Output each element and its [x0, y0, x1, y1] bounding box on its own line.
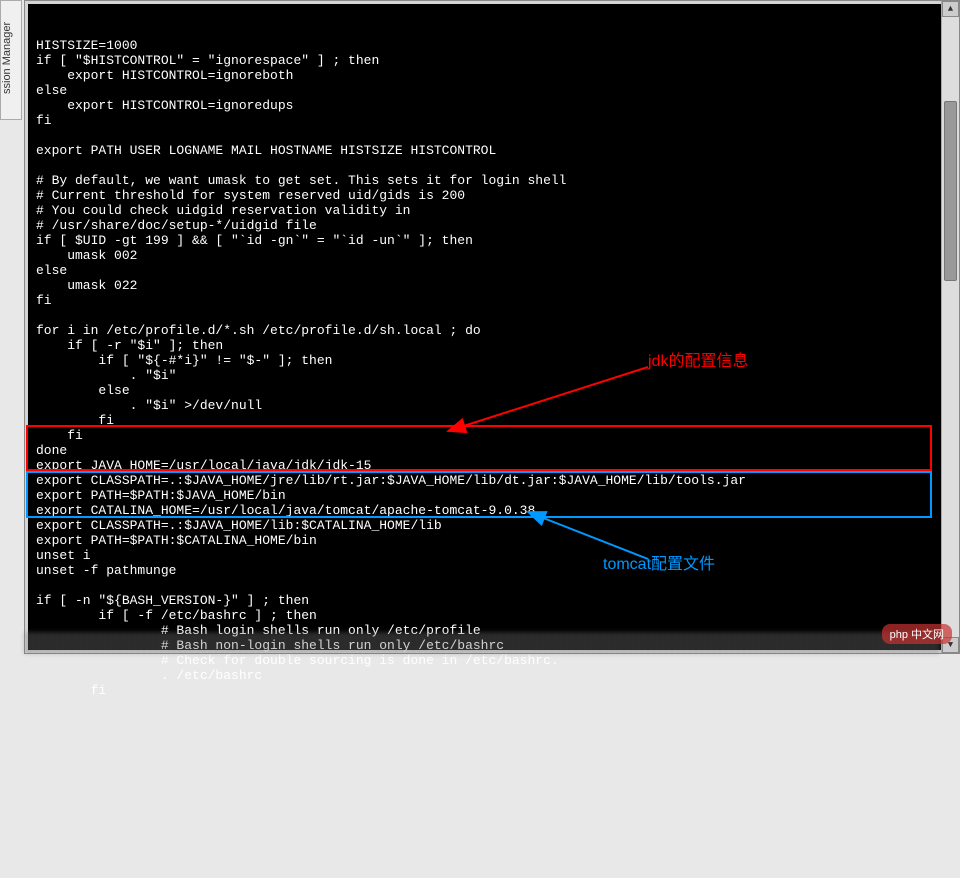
- term-line: fi: [36, 428, 83, 443]
- term-line: # By default, we want umask to get set. …: [36, 173, 567, 188]
- term-line: . "$i": [36, 368, 176, 383]
- term-line: fi: [36, 413, 114, 428]
- term-line: if [ -n "${BASH_VERSION-}" ] ; then: [36, 593, 309, 608]
- jdk-annotation-label: jdk的配置信息: [648, 354, 748, 369]
- term-line: export PATH USER LOGNAME MAIL HOSTNAME H…: [36, 143, 496, 158]
- term-line: export JAVA_HOME=/usr/local/java/jdk/jdk…: [36, 458, 371, 473]
- term-line: # Current threshold for system reserved …: [36, 188, 465, 203]
- term-line: export CLASSPATH=.:$JAVA_HOME/lib:$CATAL…: [36, 518, 442, 533]
- term-line: export CATALINA_HOME=/usr/local/java/tom…: [36, 503, 535, 518]
- term-line: if [ "$HISTCONTROL" = "ignorespace" ] ; …: [36, 53, 379, 68]
- terminal-frame: HISTSIZE=1000 if [ "$HISTCONTROL" = "ign…: [24, 0, 960, 654]
- term-line: if [ "${-#*i}" != "$-" ]; then: [36, 353, 332, 368]
- term-line: else: [36, 383, 130, 398]
- term-line: if [ -r "$i" ]; then: [36, 338, 223, 353]
- term-line: else: [36, 263, 67, 278]
- term-line: for i in /etc/profile.d/*.sh /etc/profil…: [36, 323, 481, 338]
- term-line: unset i: [36, 548, 91, 563]
- term-line: export HISTCONTROL=ignoredups: [36, 98, 293, 113]
- term-line: fi: [36, 683, 106, 698]
- term-line: if [ $UID -gt 199 ] && [ "`id -gn`" = "`…: [36, 233, 473, 248]
- term-line: . /etc/bashrc: [36, 668, 262, 683]
- term-line: export CLASSPATH=.:$JAVA_HOME/jre/lib/rt…: [36, 473, 746, 488]
- terminal-content: HISTSIZE=1000 if [ "$HISTCONTROL" = "ign…: [36, 38, 948, 698]
- term-line: . "$i" >/dev/null: [36, 398, 262, 413]
- term-line: fi: [36, 293, 52, 308]
- term-line: unset -f pathmunge: [36, 563, 176, 578]
- session-manager-tab[interactable]: ssion Manager: [0, 0, 22, 120]
- term-line: else: [36, 83, 67, 98]
- term-line: # Check for double sourcing is done in /…: [36, 653, 559, 668]
- watermark-badge: php 中文网: [882, 624, 952, 644]
- term-line: if [ -f /etc/bashrc ] ; then: [36, 608, 317, 623]
- scroll-up-button[interactable]: ▲: [942, 1, 959, 17]
- term-line: umask 022: [36, 278, 137, 293]
- terminal[interactable]: HISTSIZE=1000 if [ "$HISTCONTROL" = "ign…: [28, 4, 956, 650]
- term-line: export PATH=$PATH:$JAVA_HOME/bin: [36, 488, 286, 503]
- tomcat-annotation-label: tomcat配置文件: [603, 557, 715, 572]
- term-line: # You could check uidgid reservation val…: [36, 203, 410, 218]
- term-line: export PATH=$PATH:$CATALINA_HOME/bin: [36, 533, 317, 548]
- term-line: fi: [36, 113, 52, 128]
- term-line: umask 002: [36, 248, 137, 263]
- term-line: export HISTCONTROL=ignoreboth: [36, 68, 293, 83]
- obscured-footer: [24, 632, 940, 654]
- term-line: # /usr/share/doc/setup-*/uidgid file: [36, 218, 317, 233]
- term-line: done: [36, 443, 67, 458]
- term-line: HISTSIZE=1000: [36, 38, 137, 53]
